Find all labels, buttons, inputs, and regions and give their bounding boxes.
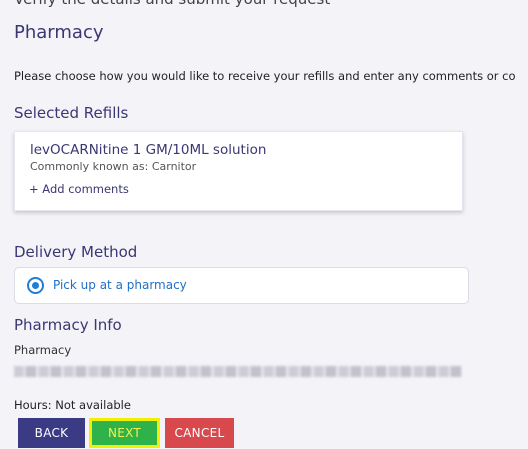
selected-refills-title: Selected Refills <box>14 104 129 122</box>
pharmacy-info-title: Pharmacy Info <box>14 316 122 334</box>
pharmacy-hours: Hours: Not available <box>14 398 131 412</box>
intro-text: Please choose how you would like to rece… <box>14 69 516 83</box>
back-button[interactable]: BACK <box>18 418 85 448</box>
medication-name: levOCARNitine 1 GM/10ML solution <box>30 142 267 158</box>
delivery-option-pickup[interactable]: Pick up at a pharmacy <box>14 267 469 304</box>
add-comments-link[interactable]: + Add comments <box>29 182 129 196</box>
redacted-pharmacy-address <box>14 366 462 377</box>
cancel-button[interactable]: CANCEL <box>165 418 234 448</box>
next-button[interactable]: NEXT <box>89 418 160 448</box>
page-title: Pharmacy <box>14 22 104 43</box>
refill-card: levOCARNitine 1 GM/10ML solution Commonl… <box>14 131 463 211</box>
radio-selected-icon[interactable] <box>27 277 44 294</box>
pharmacy-field-label: Pharmacy <box>14 343 72 357</box>
delivery-method-title: Delivery Method <box>14 243 138 261</box>
delivery-option-label[interactable]: Pick up at a pharmacy <box>53 278 187 292</box>
medication-known-as: Commonly known as: Carnitor <box>30 160 197 173</box>
page-heading-cut: Verify the details and submit your reque… <box>14 0 330 8</box>
